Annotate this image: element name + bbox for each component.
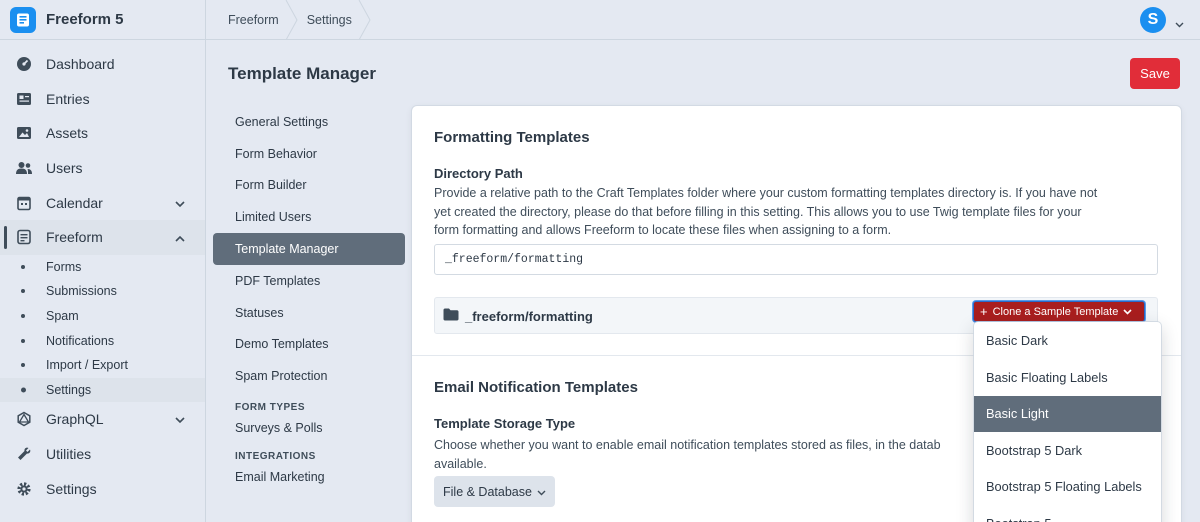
template-directory-name: _freeform/formatting bbox=[465, 309, 593, 324]
clone-sample-template-button[interactable]: + Clone a Sample Template bbox=[973, 301, 1145, 322]
user-avatar[interactable]: S bbox=[1140, 7, 1166, 33]
settings-nav-surveys-polls[interactable]: Surveys & Polls bbox=[213, 413, 405, 443]
sidebar-subitem-label: Spam bbox=[46, 309, 79, 324]
settings-nav-heading-integrations: INTEGRATIONS bbox=[235, 451, 316, 463]
sidebar-subitem-label: Submissions bbox=[46, 284, 117, 299]
breadcrumb-settings[interactable]: Settings bbox=[299, 0, 358, 40]
settings-nav-spam-protection[interactable]: Spam Protection bbox=[213, 360, 405, 392]
sidebar-item-freeform[interactable]: Freeform bbox=[0, 219, 205, 255]
directory-path-description: Provide a relative path to the Craft Tem… bbox=[434, 184, 1159, 240]
freeform-logo-icon bbox=[10, 6, 36, 33]
description-line: form formatting and allows Freeform to l… bbox=[434, 223, 892, 237]
calendar-icon bbox=[15, 194, 33, 212]
storage-type-label: Template Storage Type bbox=[434, 416, 576, 431]
chevron-up-icon[interactable] bbox=[175, 229, 185, 245]
sidebar-item-label: Calendar bbox=[46, 194, 103, 211]
assets-icon bbox=[15, 124, 33, 142]
sidebar-subitem-submissions[interactable]: Submissions bbox=[0, 279, 205, 304]
breadcrumb-freeform[interactable]: Freeform bbox=[206, 0, 285, 40]
settings-nav-template-manager[interactable]: Template Manager bbox=[213, 233, 405, 265]
app-name: Freeform 5 bbox=[46, 11, 124, 28]
settings-nav: General Settings Form Behavior Form Buil… bbox=[213, 106, 405, 492]
settings-nav-form-builder[interactable]: Form Builder bbox=[213, 170, 405, 202]
sidebar-item-label: Utilities bbox=[46, 446, 92, 463]
chevron-down-icon[interactable] bbox=[175, 195, 185, 211]
menu-item-bootstrap-5-floating-labels[interactable]: Bootstrap 5 Floating Labels bbox=[974, 469, 1161, 506]
settings-nav-statuses[interactable]: Statuses bbox=[213, 297, 405, 329]
sidebar-item-label: Users bbox=[46, 160, 83, 177]
description-line: Provide a relative path to the Craft Tem… bbox=[434, 186, 1098, 200]
breadcrumb-label: Settings bbox=[306, 12, 352, 27]
sidebar-item-settings[interactable]: Settings bbox=[0, 471, 205, 506]
settings-nav-form-behavior[interactable]: Form Behavior bbox=[213, 138, 405, 170]
directory-path-input[interactable]: _freeform/formatting bbox=[434, 244, 1158, 275]
description-line: yet created the directory, please do tha… bbox=[434, 204, 1082, 219]
breadcrumb-label: Freeform bbox=[228, 12, 279, 27]
sidebar-item-label: Freeform bbox=[46, 229, 103, 246]
sidebar-subitem-settings[interactable]: Settings bbox=[0, 377, 205, 403]
sidebar-item-entries[interactable]: Entries bbox=[0, 82, 205, 117]
settings-nav-limited-users[interactable]: Limited Users bbox=[213, 201, 405, 233]
chevron-down-icon bbox=[1123, 306, 1132, 318]
sidebar-item-users[interactable]: Users bbox=[0, 151, 205, 186]
directory-path-label: Directory Path bbox=[434, 166, 523, 181]
sidebar-item-label: Entries bbox=[46, 90, 90, 107]
sidebar-item-dashboard[interactable]: Dashboard bbox=[0, 47, 205, 82]
sidebar-item-label: Settings bbox=[46, 480, 97, 497]
menu-item-basic-floating-labels[interactable]: Basic Floating Labels bbox=[974, 359, 1161, 396]
sidebar-item-label: GraphQL bbox=[46, 411, 104, 428]
breadcrumb-separator-icon bbox=[285, 0, 298, 40]
clone-button-label: Clone a Sample Template bbox=[992, 305, 1119, 318]
menu-item-basic-dark[interactable]: Basic Dark bbox=[974, 323, 1161, 360]
sidebar-item-assets[interactable]: Assets bbox=[0, 116, 205, 151]
breadcrumb-separator-icon bbox=[358, 0, 371, 40]
email-section-title: Email Notification Templates bbox=[434, 379, 638, 396]
folder-icon bbox=[443, 308, 459, 326]
sidebar-subitem-label: Import / Export bbox=[46, 358, 128, 373]
storage-type-value: File & Database bbox=[443, 484, 532, 499]
sidebar-subitem-label: Forms bbox=[46, 259, 82, 274]
sidebar-item-label: Assets bbox=[46, 125, 89, 142]
chevron-down-icon[interactable] bbox=[1175, 15, 1184, 33]
menu-item-basic-light[interactable]: Basic Light bbox=[974, 395, 1161, 432]
menu-item-bootstrap-5-dark[interactable]: Bootstrap 5 Dark bbox=[974, 432, 1161, 469]
sidebar-subitem-forms[interactable]: Forms bbox=[0, 255, 205, 280]
settings-nav-email-marketing[interactable]: Email Marketing bbox=[213, 462, 405, 492]
sidebar-item-label: Dashboard bbox=[46, 56, 115, 73]
plus-icon: + bbox=[980, 304, 988, 319]
users-icon bbox=[15, 159, 33, 177]
save-button[interactable]: Save bbox=[1130, 58, 1180, 89]
sidebar: Freeform 5 Dashboard Entries Assets User… bbox=[0, 0, 206, 522]
page-title: Template Manager bbox=[228, 64, 377, 83]
clone-template-menu: Basic Dark Basic Floating Labels Basic L… bbox=[974, 322, 1161, 522]
entries-icon bbox=[15, 90, 33, 108]
sidebar-subitem-notifications[interactable]: Notifications bbox=[0, 328, 205, 353]
chevron-down-icon bbox=[537, 485, 546, 499]
storage-type-select[interactable]: File & Database bbox=[434, 476, 555, 507]
graphql-icon bbox=[15, 410, 33, 428]
sidebar-item-utilities[interactable]: Utilities bbox=[0, 437, 205, 472]
sidebar-item-calendar[interactable]: Calendar bbox=[0, 185, 205, 220]
gear-icon bbox=[15, 480, 33, 498]
settings-nav-pdf-templates[interactable]: PDF Templates bbox=[213, 265, 405, 297]
sidebar-item-graphql[interactable]: GraphQL bbox=[0, 402, 205, 437]
dashboard-icon bbox=[15, 55, 33, 73]
sidebar-subitem-import-export[interactable]: Import / Export bbox=[0, 353, 205, 378]
settings-nav-demo-templates[interactable]: Demo Templates bbox=[213, 329, 405, 361]
sidebar-subitem-label: Notifications bbox=[46, 333, 115, 348]
chevron-down-icon[interactable] bbox=[175, 411, 185, 427]
wrench-icon bbox=[15, 445, 33, 463]
formatting-section-title: Formatting Templates bbox=[434, 129, 590, 146]
settings-nav-heading-form-types: FORM TYPES bbox=[235, 402, 306, 414]
menu-item-bootstrap-5[interactable]: Bootstrap 5 bbox=[974, 505, 1161, 522]
top-bar: Freeform Settings S bbox=[206, 0, 1200, 40]
freeform-icon bbox=[15, 228, 33, 246]
sidebar-subitem-spam[interactable]: Spam bbox=[0, 304, 205, 329]
sidebar-subitem-label: Settings bbox=[46, 382, 92, 397]
settings-nav-general-settings[interactable]: General Settings bbox=[213, 106, 405, 138]
brand[interactable]: Freeform 5 bbox=[0, 0, 205, 40]
